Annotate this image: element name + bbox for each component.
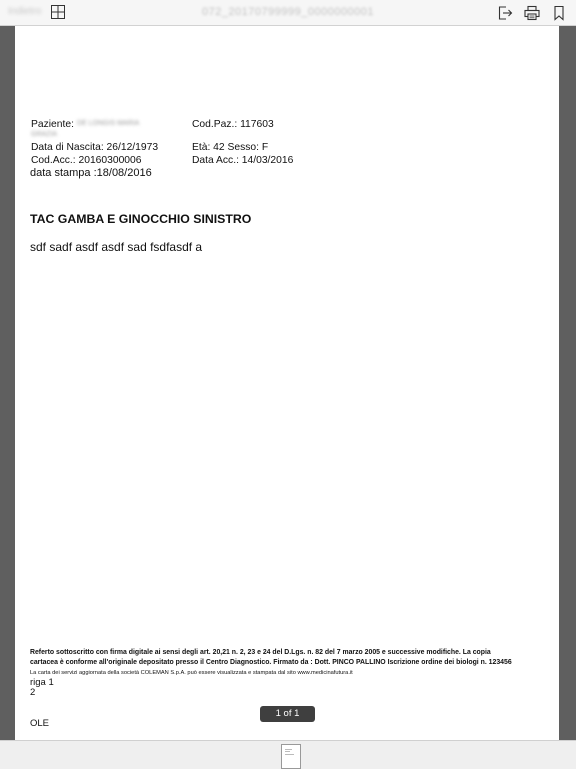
- legal-note-line2: cartacea è conforme all'originale deposi…: [30, 659, 512, 666]
- legal-note-line1: Referto sottoscritto con firma digitale …: [30, 649, 491, 656]
- services-note: La carta dei servizi aggiornata della so…: [30, 670, 353, 676]
- print-date: data stampa :18/08/2016: [30, 167, 152, 179]
- patient-code: Cod.Paz.: 117603: [192, 119, 274, 130]
- patient-name-redacted: DE LONGIS MARIA: [77, 120, 140, 127]
- document-page[interactable]: Paziente: DE LONGIS MARIA GRAZIA Cod.Paz…: [15, 26, 559, 740]
- ole-text: OLE: [30, 718, 50, 729]
- acceptance-code: Cod.Acc.: 20160300006: [31, 155, 142, 166]
- print-icon[interactable]: [524, 5, 540, 21]
- page-thumbnail[interactable]: [281, 744, 301, 769]
- share-icon[interactable]: [497, 5, 513, 21]
- riga-2: 2: [30, 687, 36, 698]
- report-body: sdf sadf asdf asdf sad fsdfasdf a: [30, 240, 203, 254]
- acceptance-date: Data Acc.: 14/03/2016: [192, 155, 294, 166]
- bookmark-icon[interactable]: [553, 5, 565, 21]
- patient-label: Paziente:: [31, 119, 74, 130]
- document-title: 072_20170799999_0000000001: [201, 6, 375, 18]
- page-indicator: 1 of 1: [260, 706, 315, 722]
- thumbnail-strip: [0, 740, 576, 769]
- birth-date: Data di Nascita: 26/12/1973: [31, 142, 159, 153]
- patient-name-redacted-2: GRAZIA: [31, 131, 58, 138]
- age-sex: Età: 42 Sesso: F: [192, 142, 269, 153]
- exam-title: TAC GAMBA E GINOCCHIO SINISTRO: [30, 212, 252, 226]
- top-toolbar: Indietro 072_20170799999_0000000001: [0, 0, 576, 26]
